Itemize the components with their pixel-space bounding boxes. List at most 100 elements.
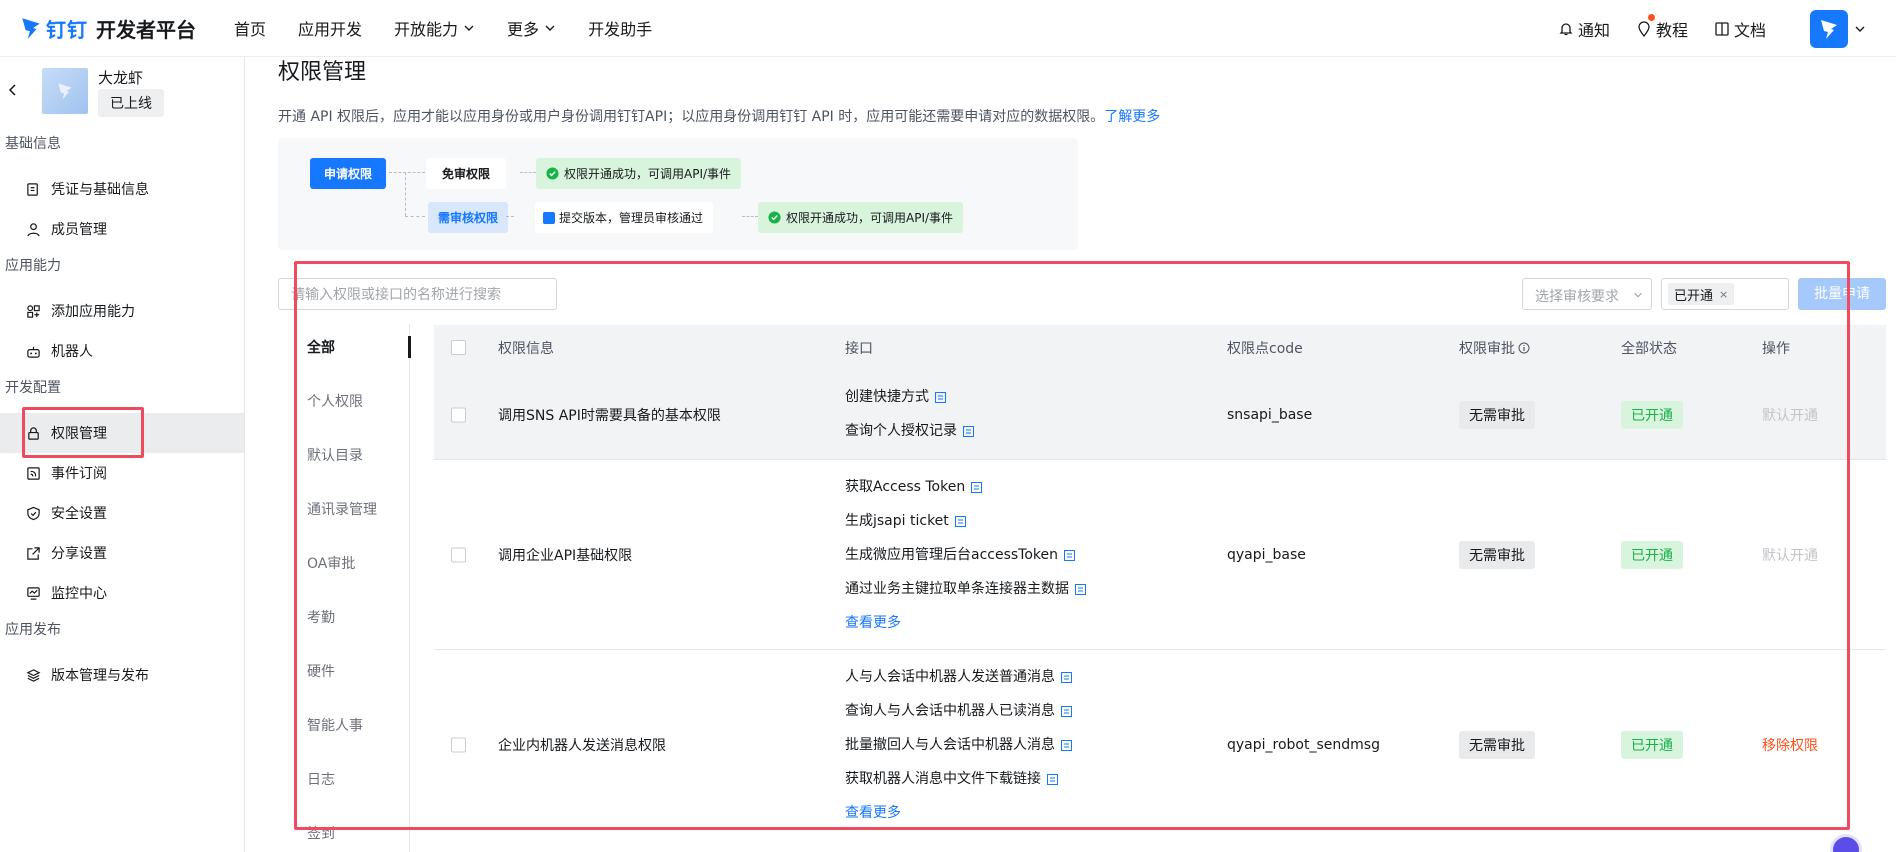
sidebar-group-release: 应用发布 <box>5 622 61 638</box>
api-list: 人与人会话中机器人发送普通消息 查询人与人会话中机器人已读消息 批量撤回人与人会… <box>845 660 1072 830</box>
sidebar-item-members[interactable]: 成员管理 <box>0 209 244 249</box>
sidebar-group-dev-config: 开发配置 <box>5 380 61 396</box>
nav-more[interactable]: 更多 <box>507 16 556 40</box>
close-icon[interactable]: × <box>1719 288 1728 301</box>
sidebar-item-permissions[interactable]: 权限管理 <box>0 413 244 453</box>
api-item: 生成jsapi ticket <box>845 504 1086 538</box>
sidebar-item-add-capability[interactable]: 添加应用能力 <box>0 291 244 331</box>
main-nav: 首页 应用开发 开放能力 更多 开发助手 <box>234 0 684 57</box>
apply-permission-node: 申请权限 <box>310 158 387 189</box>
sidebar-item-monitor[interactable]: 监控中心 <box>0 573 244 613</box>
category-personal[interactable]: 个人权限 <box>278 378 409 432</box>
back-arrow-icon[interactable] <box>6 83 20 97</box>
app-thumbnail <box>42 68 88 114</box>
doc-icon[interactable] <box>971 481 983 493</box>
user-avatar[interactable] <box>1810 9 1848 48</box>
doc-icon[interactable] <box>963 425 974 437</box>
api-item: 人与人会话中机器人发送普通消息 <box>845 660 1072 694</box>
batch-apply-button[interactable]: 批量申请 <box>1798 278 1886 310</box>
header-status-filter[interactable]: 全部状态 <box>1621 338 1677 358</box>
doc-icon[interactable] <box>954 515 966 527</box>
app-name: 大龙虾 <box>98 69 144 87</box>
flow-connector <box>405 216 425 217</box>
review-badge: 无需审批 <box>1459 400 1535 429</box>
select-all-checkbox[interactable] <box>451 340 466 355</box>
remove-permission-link[interactable]: 移除权限 <box>1762 735 1818 755</box>
header-code: 权限点code <box>1227 340 1303 357</box>
flow-connector <box>405 172 406 216</box>
sidebar-item-robot[interactable]: 机器人 <box>0 331 244 371</box>
credential-icon <box>27 182 38 196</box>
logo[interactable]: 钉钉 开发者平台 <box>18 14 196 43</box>
category-smart-hr[interactable]: 智能人事 <box>278 702 409 756</box>
notify-link[interactable]: 通知 <box>1558 17 1610 41</box>
category-contacts[interactable]: 通讯录管理 <box>278 486 409 540</box>
success-node-review: 权限开通成功，可调用API/事件 <box>758 202 964 233</box>
status-badge: 已开通 <box>1621 400 1683 429</box>
sidebar-item-share[interactable]: 分享设置 <box>0 533 244 573</box>
dingtalk-avatar-icon <box>1821 19 1837 39</box>
category-all[interactable]: 全部 <box>278 324 409 378</box>
permission-code: qyapi_robot_sendmsg <box>1227 737 1380 753</box>
table-row: 调用SNS API时需要具备的基本权限 创建快捷方式 查询个人授权记录 snsa… <box>434 370 1886 460</box>
logo-text: 钉钉 <box>46 17 88 42</box>
view-more-link[interactable]: 查看更多 <box>845 796 1072 830</box>
location-pin-icon <box>1638 20 1650 37</box>
info-icon[interactable] <box>1518 342 1530 354</box>
review-requirement-select[interactable]: 选择审核要求 <box>1522 278 1652 310</box>
layers-icon <box>26 668 41 682</box>
header-api: 接口 <box>845 340 873 357</box>
flow-connector <box>389 172 425 173</box>
nav-home[interactable]: 首页 <box>234 16 266 40</box>
nav-dev-assistant[interactable]: 开发助手 <box>588 16 652 40</box>
api-list: 获取Access Token 生成jsapi ticket 生成微应用管理后台a… <box>845 470 1086 640</box>
active-category-indicator <box>408 336 411 358</box>
doc-icon[interactable] <box>935 391 946 403</box>
status-badge: 已开通 <box>1621 540 1683 569</box>
lock-icon <box>28 426 39 440</box>
tutorial-link[interactable]: 教程 <box>1636 13 1688 41</box>
view-more-link[interactable]: 查看更多 <box>845 606 1086 640</box>
chevron-down-icon[interactable] <box>1854 23 1866 35</box>
status-filter-select[interactable]: 已开通 × <box>1661 278 1789 310</box>
header-op: 操作 <box>1762 340 1790 357</box>
sidebar-item-security[interactable]: 安全设置 <box>0 493 244 533</box>
doc-icon[interactable] <box>1061 705 1072 717</box>
top-header: 钉钉 开发者平台 首页 应用开发 开放能力 更多 开发助手 通知 教程 文档 <box>0 0 1896 57</box>
review-badge: 无需审批 <box>1459 731 1535 759</box>
doc-icon[interactable] <box>1061 739 1072 751</box>
sidebar-item-version[interactable]: 版本管理与发布 <box>0 655 244 695</box>
category-oa-approval[interactable]: OA审批 <box>278 540 409 594</box>
review-badge: 无需审批 <box>1459 540 1535 569</box>
doc-icon[interactable] <box>1047 773 1058 785</box>
row-checkbox[interactable] <box>451 407 466 422</box>
doc-icon[interactable] <box>1075 583 1086 595</box>
category-hardware[interactable]: 硬件 <box>278 648 409 702</box>
nav-open-capability[interactable]: 开放能力 <box>394 16 475 40</box>
sidebar-item-credentials[interactable]: 凭证与基础信息 <box>0 169 244 209</box>
chevron-down-icon <box>1634 292 1642 298</box>
flow-connector <box>742 216 758 217</box>
default-enabled-label: 默认开通 <box>1762 407 1818 424</box>
category-checkin[interactable]: 签到 <box>278 810 409 852</box>
sidebar-item-events[interactable]: 事件订阅 <box>0 453 244 493</box>
platform-name: 开发者平台 <box>96 17 196 42</box>
api-item: 批量撤回人与人会话中机器人消息 <box>845 728 1072 762</box>
docs-link[interactable]: 文档 <box>1714 17 1766 41</box>
app-status-badge: 已上线 <box>98 89 164 117</box>
learn-more-link[interactable]: 了解更多 <box>1104 109 1160 125</box>
doc-icon[interactable] <box>1061 671 1072 683</box>
row-checkbox[interactable] <box>451 737 466 753</box>
dingtalk-logo-icon <box>22 18 40 39</box>
nav-app-dev[interactable]: 应用开发 <box>298 16 362 40</box>
category-log[interactable]: 日志 <box>278 756 409 810</box>
header-actions: 通知 教程 文档 <box>1532 0 1866 57</box>
permission-search-input[interactable] <box>278 278 557 310</box>
category-attendance[interactable]: 考勤 <box>278 594 409 648</box>
permission-info: 调用SNS API时需要具备的基本权限 <box>498 407 721 424</box>
permission-table: 权限信息 接口 权限点code 权限审批 全部状态 操作 调用SNS API时需… <box>434 325 1886 840</box>
category-default[interactable]: 默认目录 <box>278 432 409 486</box>
doc-icon[interactable] <box>1064 549 1076 561</box>
row-checkbox[interactable] <box>451 547 466 562</box>
app-card: 大龙虾 已上线 <box>0 57 244 127</box>
